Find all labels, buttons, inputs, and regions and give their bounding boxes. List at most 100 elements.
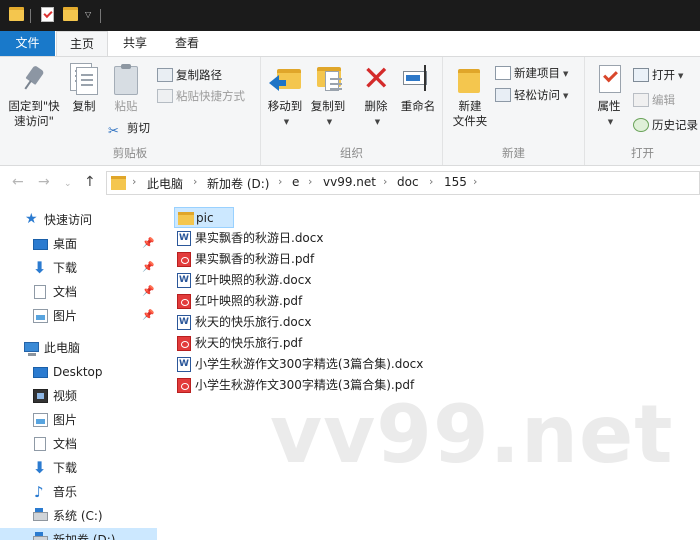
chevron-right-icon[interactable]: › <box>193 175 197 188</box>
list-item[interactable]: pic <box>174 207 234 228</box>
nav-desktop-cn[interactable]: 桌面 📌 <box>0 232 157 256</box>
open-group: 属性 ▼ 打开 ▼ 编辑 历史记录 打开 <box>585 57 700 165</box>
tab-share[interactable]: 共享 <box>110 31 160 56</box>
copy-to-button[interactable]: 复制到 ▼ <box>306 61 350 130</box>
paste-shortcut-icon <box>157 89 173 103</box>
new-folder-button[interactable]: 新建 文件夹 <box>447 61 493 129</box>
list-item[interactable]: 红叶映照的秋游.docx <box>174 270 374 291</box>
easy-access-button[interactable]: 轻松访问 ▼ <box>495 85 568 105</box>
copy-label: 复制 <box>72 99 96 113</box>
chevron-right-icon[interactable]: › <box>473 175 477 188</box>
up-arrow-icon[interactable]: ↑ <box>84 174 96 190</box>
download-icon: ⬇ <box>33 458 47 477</box>
file-name: 红叶映照的秋游.docx <box>195 273 312 287</box>
nav-this-pc[interactable]: 此电脑 <box>0 336 157 360</box>
chevron-right-icon[interactable]: › <box>383 175 387 188</box>
nav-drive-c[interactable]: 系统 (C:) <box>0 504 157 528</box>
nav-music[interactable]: ♪ 音乐 <box>0 480 157 504</box>
open-button[interactable]: 打开 ▼ <box>633 65 683 85</box>
tab-home[interactable]: 主页 <box>56 31 108 57</box>
move-to-dropdown-icon: ▼ <box>283 118 290 126</box>
word-document-icon <box>177 270 191 291</box>
copy-button[interactable]: 复制 <box>64 61 104 114</box>
chevron-right-icon[interactable]: › <box>429 175 433 188</box>
new-folder-icon[interactable] <box>63 7 78 21</box>
title-bar: ▽ <box>0 0 700 31</box>
nav-downloads[interactable]: ⬇ 下载 📌 <box>0 256 157 280</box>
list-item[interactable]: 果实飘香的秋游日.pdf <box>174 249 374 270</box>
desktop-icon <box>33 239 48 250</box>
paste-button[interactable]: 粘贴 <box>104 61 148 114</box>
chevron-right-icon[interactable]: › <box>132 175 136 188</box>
clipboard-group: 固定到"快 速访问" 复制 粘贴 复制路径 粘贴快捷方式 ✂ 剪切 剪贴板 <box>0 57 261 165</box>
history-button[interactable]: 历史记录 <box>633 115 698 135</box>
delete-button[interactable]: ✕ 删除 ▼ <box>356 61 396 130</box>
customize-dropdown-icon[interactable]: ▽ <box>85 10 91 19</box>
easy-access-icon <box>495 88 511 102</box>
edit-button[interactable]: 编辑 <box>633 90 675 110</box>
nav-label: 下载 <box>53 261 78 275</box>
desktop-icon <box>33 367 48 378</box>
nav-pictures-pc[interactable]: 图片 <box>0 408 157 432</box>
pin-quick-access-button[interactable]: 固定到"快 速访问" <box>4 61 64 129</box>
nav-label: 此电脑 <box>44 341 81 355</box>
move-to-arrow <box>269 75 286 91</box>
nav-pictures[interactable]: 图片 📌 <box>0 304 157 328</box>
move-to-button[interactable]: 移动到 ▼ <box>264 61 306 130</box>
file-name: 红叶映照的秋游.pdf <box>195 294 303 308</box>
address-bar[interactable]: › 此电脑 › 新加卷 (D:) › e › vv99.net › doc › … <box>106 171 700 195</box>
paste-icon <box>114 64 138 95</box>
paste-shortcut-button[interactable]: 粘贴快捷方式 <box>157 86 245 106</box>
rename-button[interactable]: 重命名 <box>396 61 440 114</box>
picture-icon <box>33 413 48 427</box>
nav-documents-pc[interactable]: 文档 <box>0 432 157 456</box>
forward-arrow-icon[interactable]: → <box>38 174 50 190</box>
separator <box>30 9 31 23</box>
new-folder-label-1: 新建 <box>458 99 482 113</box>
cut-button[interactable]: ✂ 剪切 <box>108 118 150 139</box>
drive-icon <box>33 508 48 521</box>
list-item[interactable]: 红叶映照的秋游.pdf <box>174 291 374 312</box>
word-document-icon <box>177 312 191 333</box>
copy-path-button[interactable]: 复制路径 <box>157 65 222 85</box>
open-icon <box>633 68 649 82</box>
breadcrumb-doc[interactable]: doc <box>397 175 419 189</box>
edit-label: 编辑 <box>652 93 675 107</box>
list-item[interactable]: 秋天的快乐旅行.pdf <box>174 333 374 354</box>
new-item-button[interactable]: 新建项目 ▼ <box>495 63 568 83</box>
nav-desktop[interactable]: Desktop <box>0 360 157 384</box>
nav-drive-d[interactable]: 新加卷 (D:) <box>0 528 157 540</box>
chevron-right-icon[interactable]: › <box>278 175 282 188</box>
picture-icon <box>33 309 48 323</box>
list-item[interactable]: 小学生秋游作文300字精选(3篇合集).docx <box>174 354 494 375</box>
breadcrumb-this-pc[interactable]: 此电脑 <box>147 175 183 192</box>
nav-quick-access[interactable]: ★ 快速访问 <box>0 208 157 232</box>
nav-label: 文档 <box>53 285 78 299</box>
history-label: 历史记录 <box>652 118 698 132</box>
tab-view[interactable]: 查看 <box>162 31 212 56</box>
breadcrumb-155[interactable]: 155 <box>444 175 467 189</box>
new-item-label: 新建项目 <box>514 66 560 80</box>
pdf-icon <box>177 294 191 309</box>
nav-downloads-pc[interactable]: ⬇ 下载 <box>0 456 157 480</box>
word-document-icon <box>177 228 191 249</box>
breadcrumb-vv99[interactable]: vv99.net <box>323 175 376 189</box>
nav-documents[interactable]: 文档 📌 <box>0 280 157 304</box>
folder-icon[interactable] <box>9 7 24 21</box>
tab-file[interactable]: 文件 <box>0 31 55 56</box>
move-to-label: 移动到 <box>267 99 303 113</box>
list-item[interactable]: 秋天的快乐旅行.docx <box>174 312 374 333</box>
back-arrow-icon[interactable]: ← <box>12 174 24 190</box>
nav-label: 下载 <box>53 461 78 475</box>
star-icon: ★ <box>25 211 38 227</box>
properties-icon[interactable] <box>41 7 54 22</box>
organize-group-label: 组织 <box>340 146 363 160</box>
nav-videos[interactable]: 视频 <box>0 384 157 408</box>
chevron-right-icon[interactable]: › <box>308 175 312 188</box>
breadcrumb-e[interactable]: e <box>292 175 299 189</box>
recent-locations-chevron-icon[interactable]: ⌄ <box>64 179 72 189</box>
properties-button[interactable]: 属性 ▼ <box>587 61 631 130</box>
pin-icon: 📌 <box>142 286 155 297</box>
list-item[interactable]: 果实飘香的秋游日.docx <box>174 228 374 249</box>
breadcrumb-drive-d[interactable]: 新加卷 (D:) <box>207 175 269 192</box>
